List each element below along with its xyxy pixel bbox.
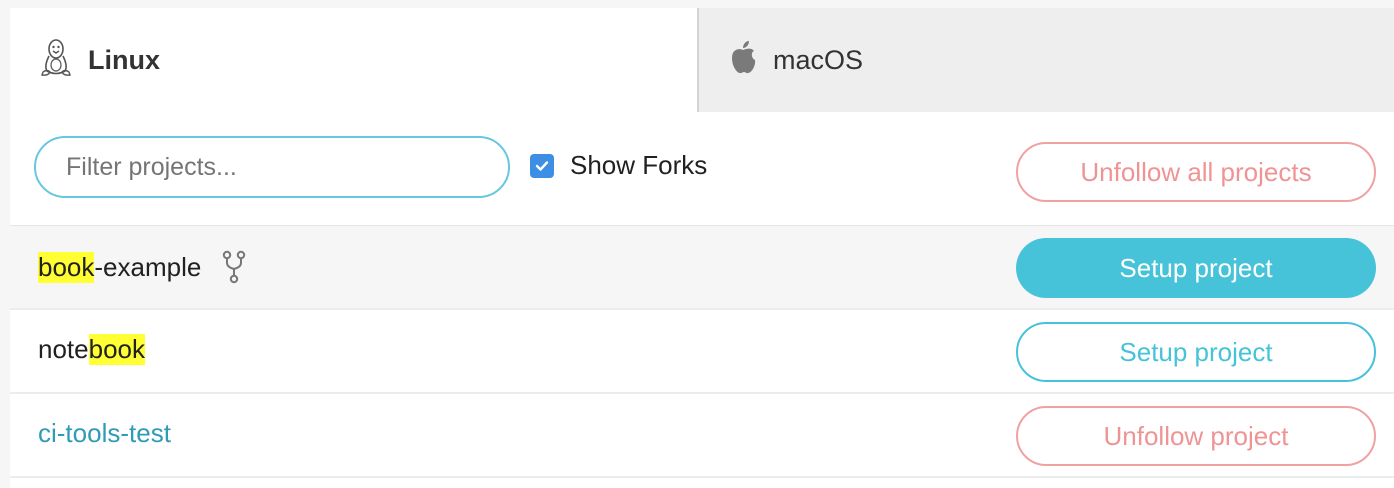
tab-linux[interactable]: Linux: [10, 8, 697, 112]
search-highlight: book: [88, 334, 145, 365]
show-forks-toggle[interactable]: Show Forks: [530, 150, 707, 181]
linux-penguin-icon: [38, 38, 74, 83]
project-row: ci-tools-test Unfollow project: [10, 394, 1394, 478]
project-row: book -example Setup project: [10, 226, 1394, 310]
os-tabs: Linux macOS: [10, 8, 1394, 112]
apple-icon: [727, 40, 759, 81]
search-highlight: book: [38, 251, 95, 283]
project-link[interactable]: ci-tools-test: [38, 418, 171, 449]
tab-macos[interactable]: macOS: [697, 8, 1394, 112]
project-name: ci-tools-test: [38, 418, 171, 449]
setup-project-button[interactable]: Setup project: [1016, 238, 1376, 298]
tab-linux-label: Linux: [88, 44, 160, 75]
unfollow-all-button[interactable]: Unfollow all projects: [1016, 142, 1376, 202]
left-border: [0, 0, 10, 488]
project-name-suffix: -example: [94, 251, 202, 282]
project-name: book -example: [38, 250, 247, 284]
setup-project-button[interactable]: Setup project: [1016, 322, 1376, 382]
top-border: [0, 0, 1394, 8]
filter-projects-input[interactable]: [34, 136, 510, 198]
show-forks-label: Show Forks: [570, 150, 708, 180]
projects-panel: Linux macOS Show Forks Unfollow all proj…: [10, 8, 1394, 488]
project-row: note book Setup project: [10, 310, 1394, 394]
fork-icon: [221, 250, 247, 284]
checkmark-icon: [535, 160, 549, 171]
show-forks-checkbox[interactable]: [530, 153, 554, 178]
project-name: note book: [38, 334, 145, 365]
project-name-prefix: note: [38, 334, 89, 364]
filter-toolbar: Show Forks Unfollow all projects: [10, 112, 1394, 226]
tab-macos-label: macOS: [773, 44, 864, 75]
unfollow-project-button[interactable]: Unfollow project: [1016, 406, 1376, 466]
